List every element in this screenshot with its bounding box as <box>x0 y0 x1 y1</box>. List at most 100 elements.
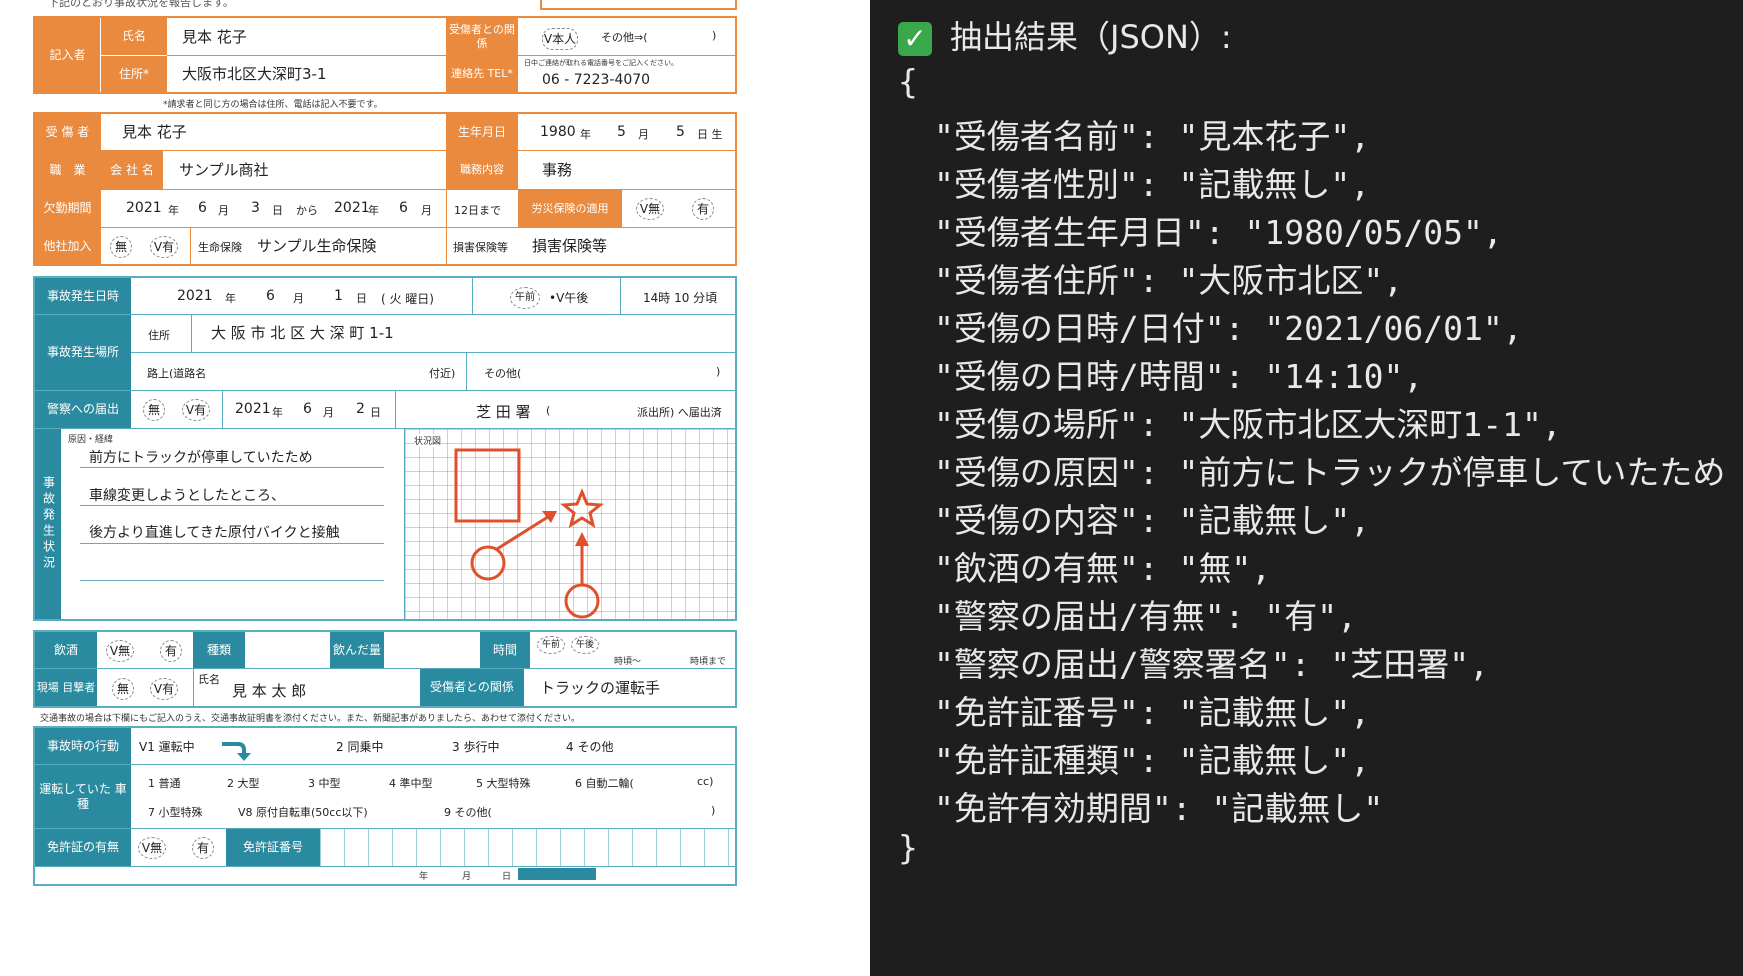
vehicle-1: 1 普通 <box>148 777 181 790</box>
witness-label: 現場 目撃者 <box>35 669 97 706</box>
form-top-note: 下記のとおり事故状況を報告します。 <box>48 0 234 9</box>
witness-yes: V有 <box>150 678 178 700</box>
json-output-panel: ✓ 抽出結果（JSON）: { "受傷者名前": "見本花子", "受傷者性別": … <box>870 0 1743 976</box>
cause-label: 原因・経緯 <box>68 435 114 445</box>
absence-month-2: 6 <box>399 200 408 216</box>
witness-name-label: 氏名 <box>198 673 220 686</box>
life-insurance: サンプル生命保険 <box>257 237 377 255</box>
absence-label: 欠勤期間 <box>35 190 100 227</box>
drink-time-until: 時頃まで <box>690 657 727 667</box>
action-passenger: 2 同乗中 <box>336 740 384 754</box>
bottom-day: 日 <box>502 872 512 882</box>
relation-close: ) <box>712 29 717 42</box>
output-heading-text: 抽出結果（JSON）: <box>950 18 1232 56</box>
dob-label: 生年月日 <box>446 114 518 150</box>
json-line: "受傷者住所": "大阪市北区", <box>934 261 1404 300</box>
cause-line-1: 前方にトラックが停車していたため <box>89 450 313 466</box>
drinking-label: 飲酒 <box>35 632 97 668</box>
cause-line-3: 後方より直進してきた原付バイクと接触 <box>89 525 340 541</box>
vehicle-2: 2 大型 <box>227 777 260 790</box>
bottom-year: 年 <box>419 872 429 882</box>
json-line: "警察の届出/有無": "有", <box>934 597 1357 636</box>
writer-footnote: *請求者と同じ方の場合は住所、電話は記入不要です。 <box>163 100 383 110</box>
writer-address: 大阪市北区大深町3-1 <box>182 65 327 83</box>
car-shape <box>470 545 506 581</box>
accident-month-unit: 月 <box>293 292 304 305</box>
vehicle-4: 4 準中型 <box>389 777 433 790</box>
police-no: 無 <box>143 399 165 421</box>
license-no: V無 <box>138 837 166 859</box>
json-line: "受傷者名前": "見本花子", <box>934 117 1371 156</box>
accident-address: 大 阪 市 北 区 大 深 町 1-1 <box>211 324 394 342</box>
writer-section-label: 記入者 <box>35 18 100 92</box>
accident-year: 2021 <box>177 288 213 304</box>
action-walking: 3 歩行中 <box>452 740 500 754</box>
place-other: その他( <box>484 367 522 380</box>
car-arrowhead <box>542 511 557 523</box>
drink-amount-label: 飲んだ量 <box>330 632 384 668</box>
witness-relation-label: 受傷者との関係 <box>420 669 524 706</box>
license-number-label: 免許証番号 <box>226 829 320 866</box>
drink-time-from: 時頃〜 <box>614 657 642 667</box>
license-label: 免許証の有無 <box>35 829 131 866</box>
writer-name-label: 氏名 <box>101 18 167 55</box>
company-name: サンプル商社 <box>179 161 269 179</box>
dob-month-unit: 月 <box>638 128 649 141</box>
collision-star <box>560 488 604 529</box>
job-label: 職 業 <box>35 151 100 189</box>
output-heading: ✓ 抽出結果（JSON）: <box>898 12 1232 58</box>
drink-pm: 午後 <box>571 632 599 654</box>
police-day-unit: 日 <box>370 406 381 419</box>
json-line: "受傷の日時/日付": "2021/06/01", <box>934 309 1523 348</box>
police-month: 6 <box>303 401 312 417</box>
json-line: "受傷の原因": "前方にトラックが停車していたため <box>934 453 1726 492</box>
witness-name: 見 本 太 郎 <box>232 682 307 700</box>
witness-no: 無 <box>112 678 134 700</box>
json-line: "受傷者生年月日": "1980/05/05", <box>934 213 1503 252</box>
absence-month-unit-1: 月 <box>218 204 229 217</box>
damage-insurance-label: 損害保険等 <box>453 241 508 254</box>
workers-comp-yes: 有 <box>692 198 714 220</box>
writer-address-label: 住所* <box>101 56 167 92</box>
police-day: 2 <box>356 401 365 417</box>
other-insurance-label: 他社加入 <box>35 228 100 264</box>
duty-label: 職務内容 <box>446 151 518 189</box>
situation-diagram <box>454 448 604 619</box>
vehicle-5: 5 大型特殊 <box>476 777 531 790</box>
police-station: 芝 田 署 <box>476 403 531 421</box>
accident-datetime-label: 事故発生日時 <box>35 278 131 314</box>
absence-year-unit-1: 年 <box>168 204 179 217</box>
writer-name: 見本 花子 <box>182 28 247 46</box>
json-line: "受傷の日時/時間": "14:10", <box>934 357 1424 396</box>
police-station-paren: ( <box>546 404 551 417</box>
accident-time: 14時 10 分頃 <box>643 291 718 305</box>
accident-year-unit: 年 <box>225 292 236 305</box>
absence-day-1: 3 <box>251 200 260 216</box>
drink-am: 午前 <box>537 632 565 654</box>
action-arrow-icon <box>222 742 251 761</box>
absence-until: 12日まで <box>454 204 501 217</box>
dob-year-unit: 年 <box>580 128 591 141</box>
vehicle-6-close: cc) <box>697 775 714 788</box>
license-number-boxes <box>320 829 735 866</box>
absence-month-1: 6 <box>198 200 207 216</box>
json-line: "飲酒の有無": "無", <box>934 549 1272 588</box>
other-ins-yes: V有 <box>150 236 178 258</box>
check-mark-icon: ✓ <box>898 22 932 56</box>
duty: 事務 <box>542 161 573 179</box>
accident-place-label: 事故発生場所 <box>35 315 131 390</box>
police-label: 警察への届出 <box>35 391 131 428</box>
injured-name: 見本 花子 <box>122 123 187 141</box>
accident-month: 6 <box>266 288 275 304</box>
accident-am: 午前 <box>510 285 540 309</box>
bike-arrowhead <box>575 532 589 546</box>
other-ins-no: 無 <box>110 236 132 258</box>
road-label: 路上(道路名 <box>147 367 207 380</box>
absence-day-unit-1: 日 <box>272 204 283 217</box>
traffic-note: 交通事故の場合は下欄にもご記入のうえ、交通事故証明書を添付ください。また、新聞記… <box>40 714 581 724</box>
cause-line-2: 車線変更しようとしたところ、 <box>89 488 285 504</box>
accident-address-label: 住所 <box>148 329 170 342</box>
accident-day: 1 <box>334 288 343 304</box>
vehicle-8: V8 原付自転車(50cc以下) <box>238 806 368 819</box>
json-open-brace: { <box>898 62 918 101</box>
